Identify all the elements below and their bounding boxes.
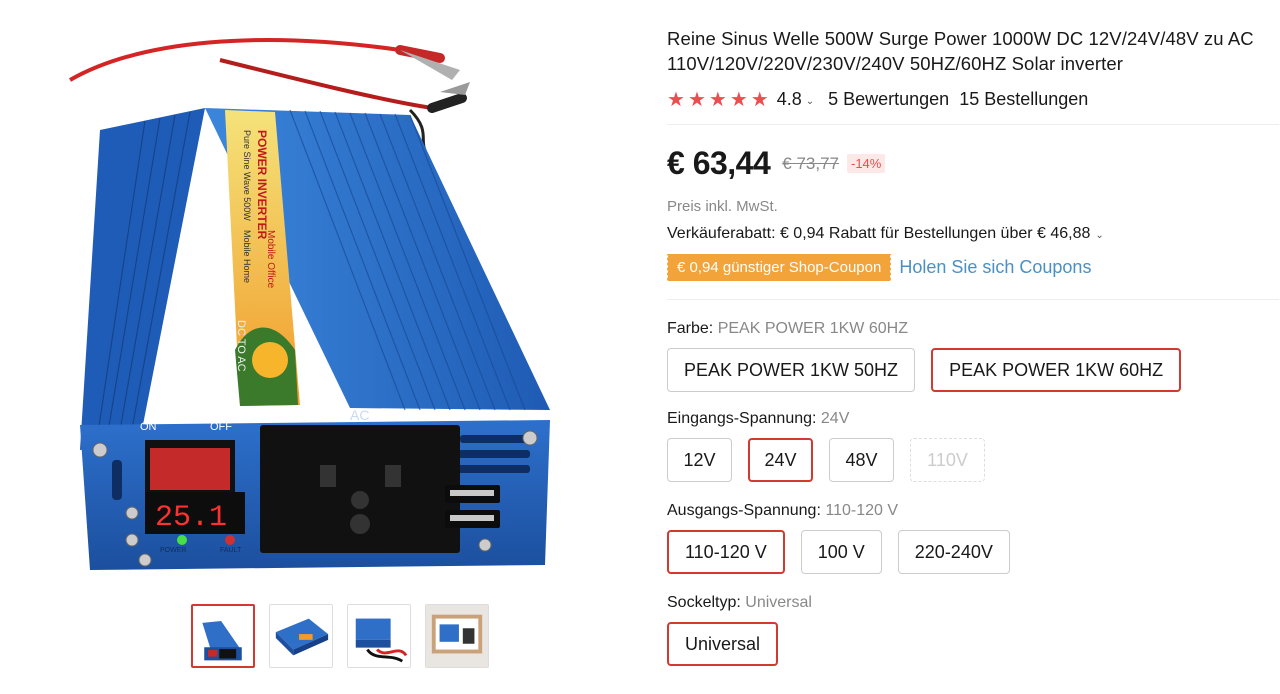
chevron-down-icon[interactable]: ⌄ bbox=[1095, 230, 1103, 241]
switch-on-label: ON bbox=[140, 421, 157, 433]
thumbnail-3[interactable] bbox=[347, 604, 411, 668]
ac-panel-label: AC bbox=[350, 407, 369, 423]
rating-value[interactable]: 4.8 bbox=[777, 89, 802, 110]
socket-type-group: Sockeltyp: Universal Universal bbox=[667, 594, 1267, 666]
star-icon: ★ bbox=[708, 88, 727, 111]
divider bbox=[667, 299, 1279, 300]
input-voltage-selected-value: 24V bbox=[820, 410, 850, 427]
star-rating: ★ ★ ★ ★ ★ bbox=[667, 90, 769, 110]
thumbnail-4[interactable] bbox=[425, 604, 489, 668]
socket-type-label: Sockeltyp: Universal bbox=[667, 594, 1267, 612]
input-option-110v: 110V bbox=[910, 438, 985, 482]
input-option-12v[interactable]: 12V bbox=[667, 438, 732, 482]
output-voltage-group: Ausgangs-Spannung: 110-120 V 110-120 V 1… bbox=[667, 502, 1267, 574]
label-mobile-home: Mobile Home bbox=[242, 230, 252, 283]
color-options: PEAK POWER 1KW 50HZ PEAK POWER 1KW 60HZ bbox=[667, 348, 1267, 392]
coupon-row: € 0,94 günstiger Shop-Coupon Holen Sie s… bbox=[665, 254, 1267, 281]
product-main-image[interactable]: ON OFF 25.1 POWER FAULT AC POWER INVERTE… bbox=[60, 20, 560, 580]
socket-type-options: Universal bbox=[667, 622, 1267, 666]
input-voltage-label-text: Eingangs-Spannung: bbox=[667, 410, 817, 427]
voltage-display: 25.1 bbox=[155, 501, 227, 535]
discount-badge: -14% bbox=[847, 154, 886, 173]
color-option-50hz[interactable]: PEAK POWER 1KW 50HZ bbox=[667, 348, 916, 392]
chevron-down-icon[interactable]: ⌄ bbox=[806, 96, 814, 107]
label-dc-to-ac: DC TO AC bbox=[235, 320, 247, 372]
original-price: € 73,77 bbox=[782, 153, 839, 173]
color-option-group: Farbe: PEAK POWER 1KW 60HZ PEAK POWER 1K… bbox=[667, 320, 1267, 392]
color-label: Farbe: PEAK POWER 1KW 60HZ bbox=[667, 320, 1267, 338]
output-voltage-label: Ausgangs-Spannung: 110-120 V bbox=[667, 502, 1267, 520]
switch-off-label: OFF bbox=[210, 421, 232, 433]
input-voltage-label: Eingangs-Spannung: 24V bbox=[667, 410, 1267, 428]
star-icon: ★ bbox=[667, 88, 685, 111]
reviews-count[interactable]: 5 Bewertungen bbox=[828, 89, 949, 110]
output-voltage-options: 110-120 V 100 V 220-240V bbox=[667, 530, 1267, 574]
thumbnail-strip bbox=[191, 604, 489, 668]
get-coupons-link[interactable]: Holen Sie sich Coupons bbox=[899, 257, 1091, 278]
tax-note: Preis inkl. MwSt. bbox=[667, 198, 778, 215]
output-option-110-120v[interactable]: 110-120 V bbox=[667, 530, 785, 574]
input-option-48v[interactable]: 48V bbox=[829, 438, 894, 482]
seller-discount-row[interactable]: Verkäuferabatt: € 0,94 Rabatt für Bestel… bbox=[667, 225, 1267, 243]
thumbnail-2[interactable] bbox=[269, 604, 333, 668]
led-power-label: POWER bbox=[160, 547, 186, 554]
star-icon: ★ bbox=[687, 88, 706, 111]
label-power-inverter: POWER INVERTER bbox=[255, 130, 269, 240]
rating-row: ★ ★ ★ ★ ★ 4.8 ⌄ 5 Bewertungen 15 Bestell… bbox=[667, 89, 1267, 110]
product-title: Reine Sinus Welle 500W Surge Power 1000W… bbox=[667, 28, 1254, 74]
shop-coupon-badge[interactable]: € 0,94 günstiger Shop-Coupon bbox=[665, 254, 892, 281]
color-selected-value: PEAK POWER 1KW 60HZ bbox=[717, 320, 908, 337]
input-option-24v[interactable]: 24V bbox=[748, 438, 813, 482]
output-voltage-label-text: Ausgangs-Spannung: bbox=[667, 502, 821, 519]
orders-count: 15 Bestellungen bbox=[959, 89, 1089, 109]
output-voltage-selected-value: 110-120 V bbox=[825, 502, 899, 519]
product-info-panel: Reine Sinus Welle 500W Surge Power 1000W… bbox=[665, 26, 1279, 666]
socket-type-selected-value: Universal bbox=[745, 594, 812, 611]
star-icon: ★ bbox=[729, 88, 748, 111]
output-option-100v[interactable]: 100 V bbox=[800, 530, 882, 574]
output-option-220-240v[interactable]: 220-240V bbox=[897, 530, 1010, 574]
input-voltage-options: 12V 24V 48V 110V bbox=[667, 438, 1267, 482]
divider bbox=[667, 124, 1279, 125]
thumbnail-1[interactable] bbox=[191, 604, 255, 668]
current-price: € 63,44 bbox=[667, 145, 771, 181]
price-row: € 63,44 € 73,77 -14% bbox=[667, 145, 1267, 182]
color-option-60hz[interactable]: PEAK POWER 1KW 60HZ bbox=[931, 348, 1182, 392]
label-sine-wave: Pure Sine Wave 500W bbox=[242, 130, 252, 221]
star-icon: ★ bbox=[750, 88, 769, 111]
seller-discount-text: Verkäuferabatt: € 0,94 Rabatt für Bestel… bbox=[667, 225, 1091, 242]
socket-option-universal[interactable]: Universal bbox=[667, 622, 779, 666]
led-fault-label: FAULT bbox=[220, 547, 242, 554]
socket-type-label-text: Sockeltyp: bbox=[667, 594, 741, 611]
label-mobile-office: Mobile Office bbox=[265, 230, 276, 289]
color-label-text: Farbe: bbox=[667, 320, 714, 337]
input-voltage-group: Eingangs-Spannung: 24V 12V 24V 48V 110V bbox=[667, 410, 1267, 482]
